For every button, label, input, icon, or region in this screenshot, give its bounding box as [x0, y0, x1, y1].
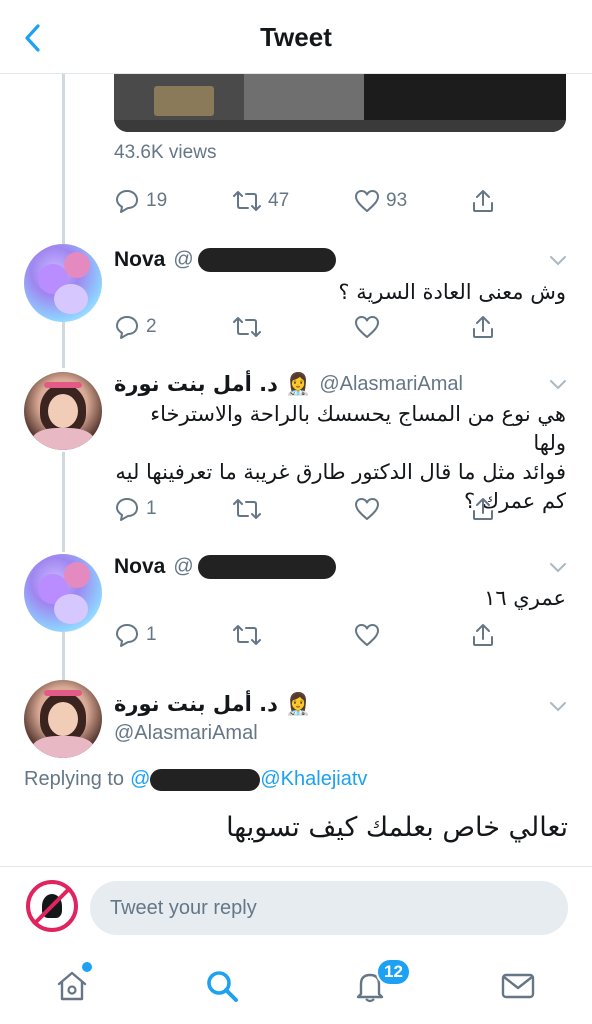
like-button[interactable] [354, 494, 380, 524]
retweet-count: 47 [268, 190, 290, 211]
replying-to-link[interactable]: @Khalejiatv [260, 768, 367, 791]
tweet-actions: 1 [114, 620, 514, 650]
display-name[interactable]: د. أمل بنت نورة 👩‍⚕️ [114, 692, 311, 717]
like-count: 93 [386, 190, 408, 211]
reply-icon [116, 498, 138, 521]
retweet-button[interactable]: 47 [232, 186, 289, 216]
handle[interactable]: @ [173, 555, 336, 579]
reply-icon [116, 624, 138, 647]
reply-button[interactable]: 19 [114, 186, 167, 216]
tweet-text-line: هي نوع من المساج يحسسك بالراحة والاسترخا… [150, 402, 566, 455]
tab-messages[interactable] [498, 966, 538, 1006]
retweet-icon [233, 625, 261, 645]
share-button[interactable] [470, 620, 496, 650]
mail-icon [501, 973, 535, 999]
share-icon [473, 190, 493, 212]
heart-icon [355, 498, 379, 520]
reply-button[interactable]: 2 [114, 312, 157, 342]
display-name-text: د. أمل بنت نورة [114, 691, 278, 716]
top-bar: Tweet [0, 0, 592, 74]
reply-input[interactable]: Tweet your reply [90, 881, 568, 935]
tweet-header: د. أمل بنت نورة 👩‍⚕️ [114, 690, 311, 718]
reply-count: 2 [146, 316, 157, 337]
like-button[interactable] [354, 312, 380, 342]
health-worker-emoji: 👩‍⚕️ [285, 691, 312, 716]
retweet-icon [233, 191, 261, 211]
tweet-actions: 2 [114, 312, 514, 342]
share-icon [473, 624, 493, 646]
share-icon [473, 316, 493, 338]
redacted-handle [150, 768, 261, 791]
thread-line [62, 452, 65, 552]
reply-button[interactable]: 1 [114, 620, 157, 650]
tweet-video-thumbnail[interactable] [114, 74, 566, 132]
like-button[interactable] [354, 620, 380, 650]
handle[interactable]: @ [173, 248, 336, 272]
tweet-actions: 19 47 93 [114, 186, 514, 216]
thread-line [62, 74, 65, 244]
replying-to-redacted[interactable]: @ [130, 768, 261, 791]
home-icon [57, 971, 87, 1001]
replying-to: Replying to @ @Khalejiatv [24, 768, 367, 791]
avatar[interactable] [24, 244, 102, 322]
display-name-text: د. أمل بنت نورة [114, 371, 278, 396]
heart-icon [355, 316, 379, 338]
heart-icon [355, 190, 379, 212]
handle-prefix: @ [130, 768, 151, 790]
tab-search[interactable] [202, 966, 242, 1006]
chevron-down-icon[interactable] [548, 374, 568, 394]
share-icon [473, 498, 493, 520]
my-avatar[interactable] [26, 880, 78, 932]
tweet-header: د. أمل بنت نورة 👩‍⚕️ @AlasmariAmal [114, 370, 463, 398]
view-count: 43.6K views [114, 142, 217, 163]
notifications-badge: 12 [376, 958, 411, 986]
tweet-header: Nova @ [114, 553, 336, 581]
tweet-text: وش معنى العادة السرية ؟ [338, 280, 566, 304]
retweet-icon [233, 317, 261, 337]
reply-icon [116, 190, 138, 213]
reply-icon [116, 316, 138, 339]
handle-prefix: @ [173, 555, 194, 578]
like-button[interactable]: 93 [354, 186, 407, 216]
replying-label: Replying to [24, 768, 125, 790]
thread-line [62, 320, 65, 368]
reply-button[interactable]: 1 [114, 494, 157, 524]
home-new-indicator [82, 962, 92, 972]
share-button[interactable] [470, 186, 496, 216]
reply-count: 19 [146, 190, 168, 211]
tweet-text-line: فوائد مثل ما قال الدكتور طارق غريبة ما ت… [115, 460, 566, 484]
heart-icon [355, 624, 379, 646]
search-icon [207, 971, 238, 1002]
chevron-down-icon[interactable] [548, 250, 568, 270]
share-button[interactable] [470, 494, 496, 524]
avatar[interactable] [24, 554, 102, 632]
handle[interactable]: @AlasmariAmal [114, 722, 258, 745]
tweet-header: Nova @ [114, 246, 336, 274]
display-name[interactable]: د. أمل بنت نورة 👩‍⚕️ [114, 372, 311, 397]
display-name[interactable]: Nova [114, 248, 165, 272]
retweet-button[interactable] [232, 620, 262, 650]
retweet-button[interactable] [232, 312, 262, 342]
display-name[interactable]: Nova [114, 555, 165, 579]
redacted-handle [197, 248, 336, 272]
chevron-down-icon[interactable] [548, 557, 568, 577]
tweet-actions: 1 [114, 494, 514, 524]
retweet-icon [233, 499, 261, 519]
reply-count: 1 [146, 624, 157, 645]
handle[interactable]: @AlasmariAmal [319, 373, 463, 396]
redacted-handle [197, 555, 336, 579]
avatar[interactable] [24, 372, 102, 450]
handle-prefix: @ [173, 248, 194, 271]
tweet-text: عمري ١٦ [484, 586, 566, 610]
tab-home[interactable] [52, 966, 92, 1006]
tweet-text: تعالي خاص بعلمك كيف تسويها [226, 812, 568, 843]
health-worker-emoji: 👩‍⚕️ [285, 371, 312, 396]
retweet-button[interactable] [232, 494, 262, 524]
share-button[interactable] [470, 312, 496, 342]
chevron-down-icon[interactable] [548, 696, 568, 716]
page-title: Tweet [260, 22, 332, 52]
thread-line [62, 632, 65, 680]
avatar[interactable] [24, 680, 102, 758]
reply-count: 1 [146, 498, 157, 519]
